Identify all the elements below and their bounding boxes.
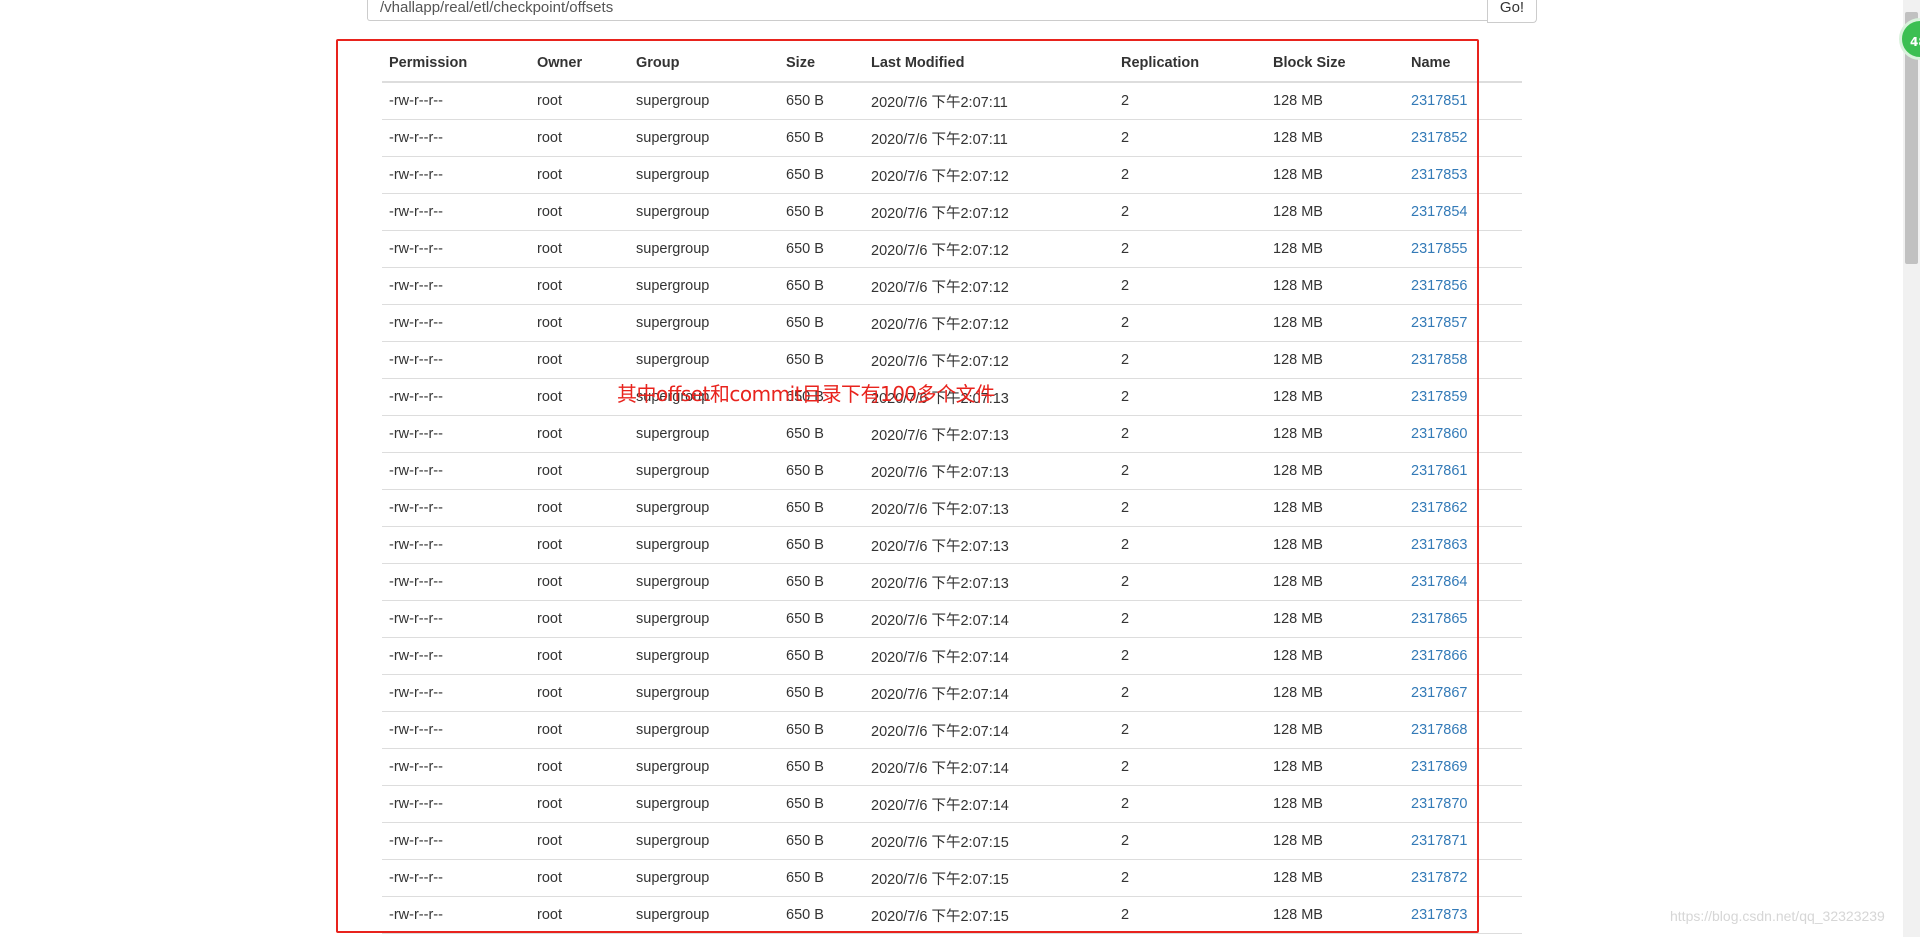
path-bar: /vhallapp/real/etl/checkpoint/offsets Go…	[367, 0, 1538, 23]
vertical-scrollbar[interactable]	[1903, 0, 1920, 937]
go-button[interactable]: Go!	[1487, 0, 1537, 23]
watermark: https://blog.csdn.net/qq_32323239	[1670, 908, 1885, 924]
path-input[interactable]: /vhallapp/real/etl/checkpoint/offsets	[367, 0, 1488, 21]
annotation-highlight-box	[336, 39, 1479, 933]
annotation-text: 其中offset和commit目录下有100多个文件	[617, 382, 995, 406]
